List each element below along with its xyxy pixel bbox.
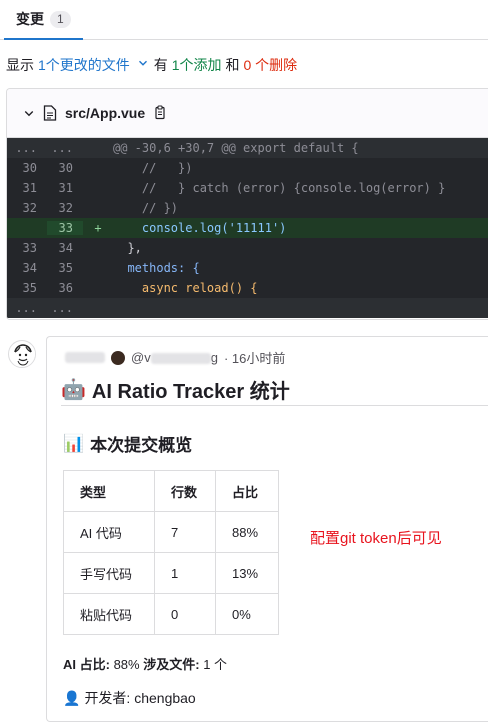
old-line-number[interactable]: 35 bbox=[7, 281, 47, 295]
developer-text: 开发者: chengbao bbox=[84, 690, 196, 706]
ai-ratio-label: AI 占比: bbox=[63, 657, 110, 672]
avatar[interactable] bbox=[8, 340, 36, 368]
line-code: // } catch (error) {console.log(error) } bbox=[113, 181, 446, 195]
line-code: }, bbox=[113, 241, 142, 255]
line-ellipsis-old: ... bbox=[15, 301, 37, 315]
file-icon bbox=[43, 105, 57, 121]
files-changed-label: 1个更改的文件 bbox=[38, 57, 130, 73]
comment-meta: @v g · 16小时前 bbox=[65, 348, 285, 367]
comment-time[interactable]: · 16小时前 bbox=[224, 348, 285, 367]
files-changed-dropdown[interactable]: 1个更改的文件 bbox=[38, 55, 150, 75]
comment-title-text: AI Ratio Tracker 统计 bbox=[91, 381, 290, 403]
file-header: src/App.vue bbox=[7, 89, 488, 138]
summary-and: 和 bbox=[225, 57, 240, 73]
table-row: 粘贴代码 0 0% bbox=[63, 593, 279, 635]
old-line-number[interactable]: 30 bbox=[7, 161, 47, 175]
tab-changes-label: 变更 bbox=[16, 11, 44, 27]
diff-expand-row[interactable]: ... ... bbox=[7, 298, 488, 318]
new-line-number[interactable]: 36 bbox=[47, 281, 83, 295]
table-header-row: 类型 行数 占比 bbox=[63, 470, 279, 512]
collapse-chevron-icon[interactable] bbox=[23, 107, 35, 119]
table-cell: 手写代码 bbox=[63, 552, 155, 594]
chevron-down-icon bbox=[138, 60, 147, 66]
author-name-redacted bbox=[65, 352, 105, 363]
new-line-number[interactable]: 31 bbox=[47, 181, 83, 195]
table-cell: AI 代码 bbox=[63, 511, 155, 553]
red-annotation: 配置git token后可见 bbox=[310, 530, 442, 547]
diff-line: 34 35 methods: { bbox=[7, 258, 488, 278]
bar-chart-icon: 📊 bbox=[63, 433, 85, 453]
divider bbox=[61, 405, 488, 406]
author-avatar[interactable] bbox=[111, 350, 125, 365]
comment-title: 🤖 AI Ratio Tracker 统计 bbox=[61, 375, 290, 404]
line-code: async reload() { bbox=[113, 281, 258, 295]
tab-changes-count-badge: 1 bbox=[50, 10, 71, 28]
author-handle[interactable]: @v g bbox=[131, 350, 218, 365]
table-cell: 88% bbox=[215, 511, 279, 553]
file-diff: src/App.vue ... ... @@ -30,6 +30,7 @@ ex… bbox=[6, 88, 488, 320]
diff-line: 33 34 }, bbox=[7, 238, 488, 258]
new-line-number[interactable]: 30 bbox=[47, 161, 83, 175]
diff-summary: 显示 1个更改的文件 有 1个添加 和 0 个删除 bbox=[6, 55, 297, 75]
added-marker: + bbox=[94, 221, 102, 235]
summary-stats: AI 占比: 88% 涉及文件: 1 个 bbox=[63, 654, 227, 673]
table-cell: 粘贴代码 bbox=[63, 593, 155, 635]
deletions-count: 0 个删除 bbox=[243, 57, 298, 73]
new-line-number[interactable]: 33 bbox=[47, 221, 83, 235]
table-cell: 7 bbox=[154, 511, 216, 553]
summary-has: 有 bbox=[153, 57, 168, 73]
diff-content: ... ... @@ -30,6 +30,7 @@ export default… bbox=[7, 138, 488, 318]
tab-changes[interactable]: 变更 1 bbox=[4, 0, 83, 40]
stats-table: 类型 行数 占比 AI 代码 7 88% 手写代码 1 13% 粘贴代码 0 0… bbox=[63, 470, 279, 635]
line-ellipsis-new: ... bbox=[51, 141, 73, 155]
table-row: AI 代码 7 88% bbox=[63, 511, 279, 553]
diff-line-added: 33 + console.log('11111') bbox=[7, 218, 488, 238]
old-line-number[interactable]: 32 bbox=[7, 201, 47, 215]
table-cell: 13% bbox=[215, 552, 279, 594]
table-row: 手写代码 1 13% bbox=[63, 552, 279, 594]
diff-line: 32 32 // }) bbox=[7, 198, 488, 218]
line-code: console.log('11111') bbox=[113, 221, 287, 235]
section-heading-text: 本次提交概览 bbox=[90, 436, 193, 455]
diff-line: 30 30 // }) bbox=[7, 158, 488, 178]
diff-line: 35 36 async reload() { bbox=[7, 278, 488, 298]
person-icon: 👤 bbox=[63, 689, 81, 706]
section-heading: 📊 本次提交概览 bbox=[63, 431, 192, 456]
column-header: 类型 bbox=[63, 470, 155, 512]
diff-hunk-header[interactable]: ... ... @@ -30,6 +30,7 @@ export default… bbox=[7, 138, 488, 158]
table-cell: 0 bbox=[154, 593, 216, 635]
old-line-number[interactable]: 33 bbox=[7, 241, 47, 255]
line-ellipsis-old: ... bbox=[15, 141, 37, 155]
additions-count: 1个添加 bbox=[171, 57, 222, 73]
line-code: methods: { bbox=[113, 261, 200, 275]
new-line-number[interactable]: 32 bbox=[47, 201, 83, 215]
file-name[interactable]: src/App.vue bbox=[65, 105, 145, 121]
table-cell: 0% bbox=[215, 593, 279, 635]
new-line-number[interactable]: 34 bbox=[47, 241, 83, 255]
old-line-number[interactable]: 31 bbox=[7, 181, 47, 195]
hunk-text: @@ -30,6 +30,7 @@ export default { bbox=[113, 141, 359, 155]
files-value: 1 个 bbox=[203, 657, 228, 672]
summary-prefix: 显示 bbox=[6, 57, 34, 73]
table-cell: 1 bbox=[154, 552, 216, 594]
tab-bar: 变更 1 bbox=[0, 0, 488, 40]
column-header: 占比 bbox=[215, 470, 279, 512]
column-header: 行数 bbox=[154, 470, 216, 512]
copy-file-path-icon[interactable] bbox=[153, 105, 167, 121]
avatar-face-icon bbox=[10, 342, 35, 367]
robot-icon: 🤖 bbox=[61, 379, 86, 401]
ai-ratio-value: 88% bbox=[113, 657, 140, 672]
old-line-number[interactable]: 34 bbox=[7, 261, 47, 275]
new-line-number[interactable]: 35 bbox=[47, 261, 83, 275]
files-label: 涉及文件: bbox=[143, 657, 200, 672]
line-code: // }) bbox=[113, 161, 193, 175]
developer-line: 👤 开发者: chengbao bbox=[63, 688, 196, 708]
line-ellipsis-new: ... bbox=[51, 301, 73, 315]
diff-line: 31 31 // } catch (error) {console.log(er… bbox=[7, 178, 488, 198]
line-code: // }) bbox=[113, 201, 179, 215]
